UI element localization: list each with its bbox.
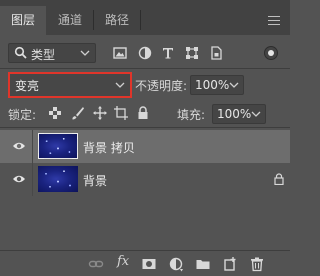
smart-object-filter-icon[interactable] bbox=[208, 45, 224, 61]
fill-label: 填充: bbox=[177, 108, 206, 122]
filter-kind-label: 类型 bbox=[31, 48, 56, 62]
panel-menu-icon[interactable] bbox=[268, 16, 280, 26]
divider bbox=[0, 127, 290, 128]
search-icon bbox=[14, 46, 27, 59]
layer-lock-icon[interactable] bbox=[274, 173, 284, 185]
blend-mode-value: 变亮 bbox=[15, 79, 40, 93]
fill-value: 100% bbox=[217, 107, 252, 121]
layers-panel: 图层 通道 路径 类型 变亮 不透明度: 100% 锁定: 填充: 100% 背… bbox=[0, 0, 290, 276]
chevron-down-icon bbox=[80, 50, 90, 56]
layer-style-fx-icon[interactable]: fx bbox=[117, 254, 129, 269]
filter-toggle[interactable] bbox=[264, 46, 278, 60]
lock-label: 锁定: bbox=[8, 108, 37, 122]
layer-thumbnail bbox=[38, 133, 78, 159]
opacity-label: 不透明度: bbox=[135, 79, 188, 93]
lock-all-icon[interactable] bbox=[135, 105, 151, 121]
opacity-field[interactable]: 100% bbox=[190, 75, 244, 95]
lock-image-pixels-icon[interactable] bbox=[70, 105, 86, 121]
filter-kind-select[interactable]: 类型 bbox=[8, 43, 96, 63]
type-filter-icon[interactable] bbox=[160, 45, 176, 61]
new-layer-icon[interactable] bbox=[222, 256, 238, 272]
layers-bottom-bar: fx bbox=[0, 250, 290, 276]
tab-paths[interactable]: 路径 bbox=[94, 6, 140, 35]
layer-thumbnail bbox=[38, 166, 78, 192]
divider bbox=[0, 68, 290, 69]
opacity-value: 100% bbox=[195, 78, 230, 92]
shape-filter-icon[interactable] bbox=[184, 45, 200, 61]
lock-position-icon[interactable] bbox=[92, 105, 108, 121]
filter-row: 类型 bbox=[0, 40, 290, 66]
blend-mode-select[interactable]: 变亮 bbox=[8, 72, 132, 98]
visibility-eye-icon[interactable] bbox=[12, 140, 26, 152]
panel-tab-bar: 图层 通道 路径 bbox=[0, 0, 290, 35]
layer-row-background-copy[interactable]: 背景 拷贝 bbox=[0, 130, 290, 163]
delete-icon[interactable] bbox=[249, 256, 265, 272]
layer-name[interactable]: 背景 拷贝 bbox=[83, 139, 135, 156]
layer-name[interactable]: 背景 bbox=[83, 172, 107, 189]
chevron-down-icon bbox=[115, 82, 125, 88]
link-layers-icon[interactable] bbox=[88, 256, 104, 272]
layer-row-background[interactable]: 背景 bbox=[0, 163, 290, 196]
tab-channels[interactable]: 通道 bbox=[47, 6, 93, 35]
adjustment-layer-icon[interactable] bbox=[168, 256, 184, 272]
adjustment-filter-icon[interactable] bbox=[137, 45, 153, 61]
visibility-eye-icon[interactable] bbox=[12, 173, 26, 185]
tab-separator bbox=[140, 10, 141, 30]
add-mask-icon[interactable] bbox=[141, 256, 157, 272]
chevron-down-icon[interactable] bbox=[228, 78, 240, 92]
chevron-down-icon[interactable] bbox=[250, 107, 262, 121]
lock-transparent-pixels-icon[interactable] bbox=[47, 105, 63, 121]
layer-column-separator bbox=[32, 130, 33, 163]
tab-layers[interactable]: 图层 bbox=[0, 6, 46, 35]
lock-artboard-icon[interactable] bbox=[113, 105, 129, 121]
layer-column-separator bbox=[32, 163, 33, 196]
fill-field[interactable]: 100% bbox=[212, 104, 266, 124]
new-group-icon[interactable] bbox=[195, 256, 211, 272]
image-filter-icon[interactable] bbox=[112, 45, 128, 61]
